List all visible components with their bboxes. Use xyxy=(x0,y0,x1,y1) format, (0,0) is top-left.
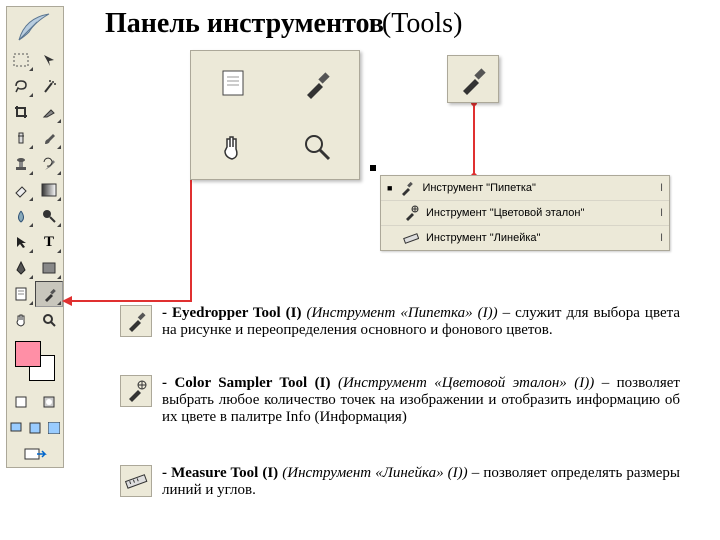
crop-tool[interactable] xyxy=(7,99,35,125)
arrow-line-3 xyxy=(473,103,475,175)
flyout-label: Инструмент "Цветовой эталон" xyxy=(426,207,654,219)
tool-grid: T xyxy=(7,47,63,333)
desc-strong: - Measure Tool (I) xyxy=(162,465,282,481)
zoom-tool[interactable] xyxy=(35,307,63,333)
stamp-tool[interactable] xyxy=(7,151,35,177)
brush-tool[interactable] xyxy=(35,125,63,151)
flyout-label: Инструмент "Пипетка" xyxy=(422,182,654,194)
desc-ruler: - Measure Tool (I) (Инструмент «Линейка»… xyxy=(120,465,680,499)
tool-group-popup xyxy=(190,50,360,180)
gradient-tool[interactable] xyxy=(35,177,63,203)
active-tool-marker xyxy=(370,165,376,171)
popup-cell-zoom[interactable] xyxy=(275,115,359,179)
title-main: Панель инструментов xyxy=(105,8,384,39)
desc-ital: (Инструмент «Линейка» (I)) xyxy=(282,465,472,481)
flyout-shortcut: I xyxy=(660,207,663,219)
marquee-tool[interactable] xyxy=(7,47,35,73)
desc-text: - Color Sampler Tool (I) (Инструмент «Цв… xyxy=(162,375,680,426)
history-brush-tool[interactable] xyxy=(35,151,63,177)
eyedropper-tool[interactable] xyxy=(35,281,63,307)
path-select-tool[interactable] xyxy=(7,229,35,255)
popup-cell-hand[interactable] xyxy=(191,115,275,179)
eyedropper-icon xyxy=(398,179,416,197)
ruler-icon xyxy=(120,465,152,497)
screen-full[interactable] xyxy=(44,415,63,441)
hand-tool[interactable] xyxy=(7,307,35,333)
pen-tool[interactable] xyxy=(7,255,35,281)
color-swatches[interactable] xyxy=(7,333,63,389)
popup-cell-notes[interactable] xyxy=(191,51,275,115)
screen-mode-row xyxy=(7,415,63,441)
shape-tool[interactable] xyxy=(35,255,63,281)
eyedropper-icon xyxy=(120,305,152,337)
title-suffix: (Tools) xyxy=(382,8,462,39)
desc-eyedropper: - Eyedropper Tool (I) (Инструмент «Пипет… xyxy=(120,305,680,339)
dodge-tool[interactable] xyxy=(35,203,63,229)
flyout-item-ruler[interactable]: Инструмент "Линейка" I xyxy=(381,226,669,250)
slice-tool[interactable] xyxy=(35,99,63,125)
move-tool[interactable] xyxy=(35,47,63,73)
arrow-head-1 xyxy=(62,296,72,306)
type-tool[interactable]: T xyxy=(35,229,63,255)
eraser-tool[interactable] xyxy=(7,177,35,203)
colorsampler-icon xyxy=(120,375,152,407)
palette-header xyxy=(7,7,63,47)
desc-strong: - Eyedropper Tool (I) xyxy=(162,305,306,321)
popup-cell-eyedropper[interactable] xyxy=(275,51,359,115)
jump-to[interactable] xyxy=(7,441,63,467)
feather-icon xyxy=(15,10,55,44)
desc-text: - Measure Tool (I) (Инструмент «Линейка»… xyxy=(162,465,680,499)
arrow-line-1 xyxy=(70,300,190,302)
flyout-shortcut: I xyxy=(660,182,663,194)
desc-ital: (Инструмент «Пипетка» (I)) xyxy=(306,305,502,321)
eyedropper-icon xyxy=(455,61,491,97)
blur-tool[interactable] xyxy=(7,203,35,229)
page-title: Панель инструментов(Tools) xyxy=(105,8,462,40)
healing-brush-tool[interactable] xyxy=(7,125,35,151)
colorsampler-icon xyxy=(402,204,420,222)
active-bullet: ■ xyxy=(387,183,392,193)
standard-mode[interactable] xyxy=(7,389,35,415)
flyout-label: Инструмент "Линейка" xyxy=(426,232,654,244)
ruler-icon xyxy=(402,229,420,247)
quickmask-mode[interactable] xyxy=(35,389,63,415)
flyout-item-colorsampler[interactable]: Инструмент "Цветовой эталон" I xyxy=(381,201,669,226)
foreground-color-swatch[interactable] xyxy=(15,341,41,367)
flyout-item-eyedropper[interactable]: ■ Инструмент "Пипетка" I xyxy=(381,176,669,201)
desc-text: - Eyedropper Tool (I) (Инструмент «Пипет… xyxy=(162,305,680,339)
desc-colorsampler: - Color Sampler Tool (I) (Инструмент «Цв… xyxy=(120,375,680,426)
eyedropper-flyout-menu: ■ Инструмент "Пипетка" I Инструмент "Цве… xyxy=(380,175,670,251)
flyout-shortcut: I xyxy=(660,232,663,244)
wand-tool[interactable] xyxy=(35,73,63,99)
tools-palette: T xyxy=(6,6,64,468)
screen-standard[interactable] xyxy=(7,415,26,441)
jump-row xyxy=(7,441,63,467)
mode-row-1 xyxy=(7,389,63,415)
desc-ital: (Инструмент «Цветовой эталон» (I)) xyxy=(338,375,602,391)
notes-tool[interactable] xyxy=(7,281,35,307)
single-eyedropper-popup xyxy=(447,55,499,103)
lasso-tool[interactable] xyxy=(7,73,35,99)
screen-full-menu[interactable] xyxy=(26,415,45,441)
type-icon: T xyxy=(44,234,54,251)
desc-strong: - Color Sampler Tool (I) xyxy=(162,375,338,391)
